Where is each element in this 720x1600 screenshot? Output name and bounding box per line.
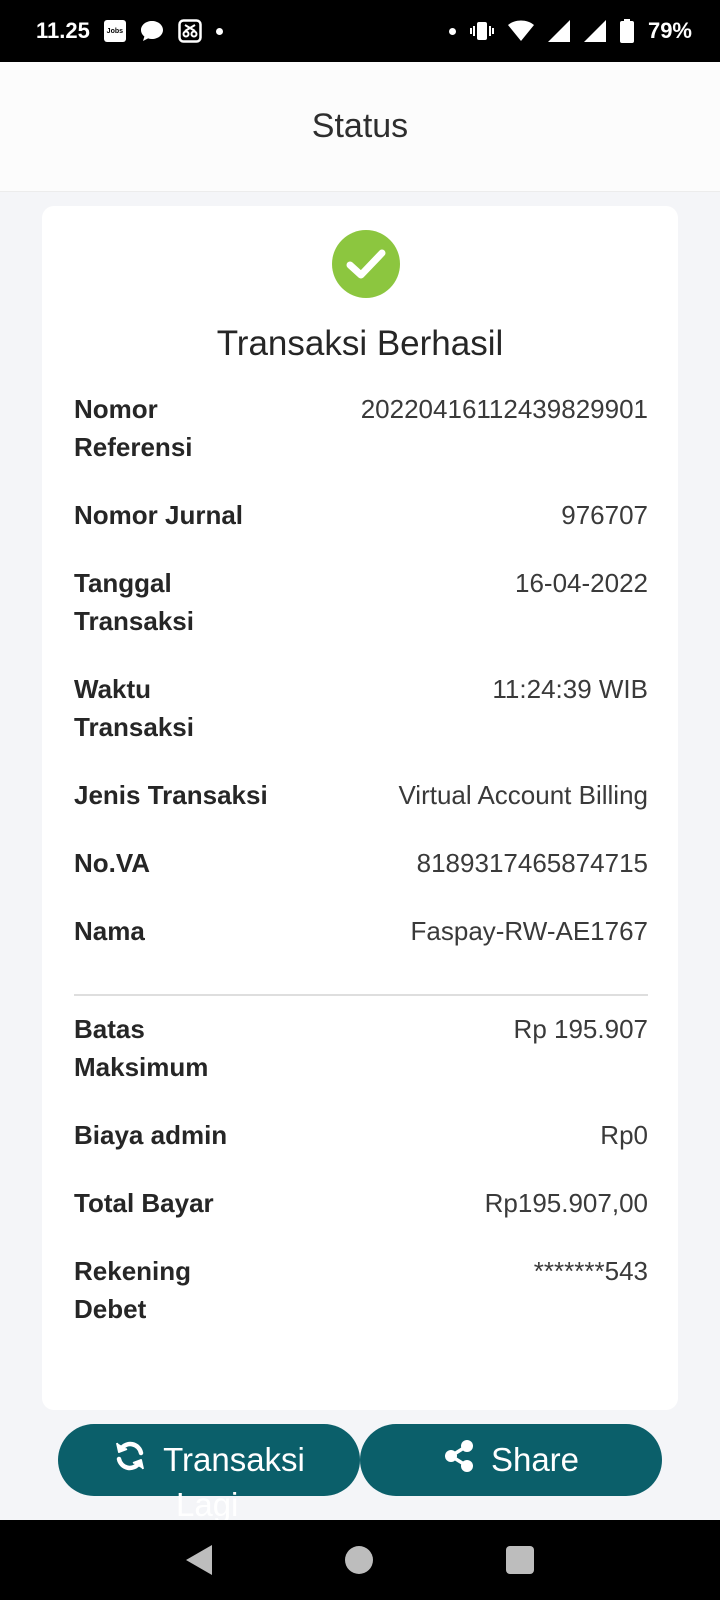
vibrate-icon [469,20,494,42]
summary-value: Rp0 [600,1120,648,1150]
transaction-status-title: Transaksi Berhasil [216,324,504,363]
detail-label: Waktu Transaksi [74,674,194,742]
detail-label: Tanggal Transaksi [74,568,194,636]
status-bar: 11.25 Jobs 79% [0,0,720,62]
back-icon[interactable] [186,1545,213,1575]
transaction-card: Transaksi Berhasil Nomor Referensi 20220… [42,206,678,1410]
detail-row-tanggal-transaksi: Tanggal Transaksi 16-04-2022 [74,564,648,640]
detail-row-jenis-transaksi: Jenis Transaksi Virtual Account Billing [74,776,648,814]
screenshot-icon [178,19,202,43]
share-button-label: Share [490,1441,580,1478]
detail-value: 11:24:39 WIB [492,674,648,704]
battery-percent: 79% [647,18,692,43]
home-icon[interactable] [344,1546,373,1574]
signal-icon [547,20,570,42]
detail-value: Virtual Account Billing [398,780,648,810]
detail-label: Nomor Jurnal [74,500,244,530]
jobs-badge: Jobs [103,20,126,42]
detail-label: Jenis Transaksi [74,780,268,810]
signal-2-icon [583,20,606,42]
battery-icon [619,19,634,43]
detail-value: 20220416112439829901 [360,394,648,424]
refresh-icon [113,1439,147,1481]
detail-row-waktu-transaksi: Waktu Transaksi 11:24:39 WIB [74,670,648,746]
detail-row-nomor-referensi: Nomor Referensi 20220416112439829901 [74,390,648,466]
detail-label: No.VA [74,848,151,878]
detail-value: 16-04-2022 [515,568,648,598]
share-button[interactable]: Share [360,1424,662,1496]
summary-label: Total Bayar [74,1188,214,1218]
system-navigation-bar [0,1520,720,1600]
detail-label: Nama [74,916,145,946]
success-check-icon [332,230,400,298]
summary-row-total-bayar: Total Bayar Rp195.907,00 [74,1184,648,1222]
detail-row-nomor-jurnal: Nomor Jurnal 976707 [74,496,648,534]
summary-value: *******543 [533,1256,648,1286]
summary-row-batas-maksimum: Batas Maksimum Rp 195.907 [74,1010,648,1086]
jobs-app-icon: Jobs [103,20,126,42]
indicator-dot-icon [448,27,456,35]
detail-row-nama: Nama Faspay-RW-AE1767 [74,912,648,950]
summary-label: Biaya admin [74,1120,228,1150]
transaksi-button-label-overflow: Lagi [176,1486,239,1523]
app-header: Status [0,62,720,192]
notification-dot-icon [215,27,223,35]
clock: 11.25 [36,18,90,43]
summary-label: Batas Maksimum [74,1014,209,1082]
summary-label: Rekening Debet [74,1256,192,1324]
summary-row-biaya-admin: Biaya admin Rp0 [74,1116,648,1154]
chat-icon [140,20,164,42]
page-title: Status [311,107,409,145]
detail-label: Nomor Referensi [74,394,193,462]
wifi-icon [507,20,534,42]
summary-value: Rp 195.907 [513,1014,648,1044]
summary-value: Rp195.907,00 [484,1188,648,1218]
summary-row-rekening-debet: Rekening Debet *******543 [74,1252,648,1328]
detail-value: 8189317465874715 [416,848,648,878]
detail-value: 976707 [561,500,648,530]
detail-value: Faspay-RW-AE1767 [410,916,648,946]
detail-row-no-va: No.VA 8189317465874715 [74,844,648,882]
divider [74,994,648,996]
recent-apps-icon[interactable] [505,1546,534,1574]
share-icon [443,1439,475,1481]
transaksi-button-label: Transaksi [163,1441,305,1478]
